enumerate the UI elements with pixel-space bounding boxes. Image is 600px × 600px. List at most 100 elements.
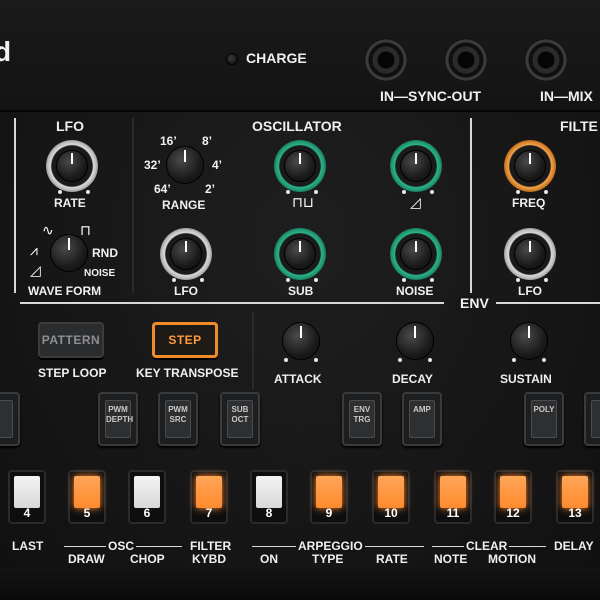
attack-knob[interactable] (282, 322, 320, 360)
min-dot (172, 278, 176, 282)
waveform-knob[interactable] (50, 234, 88, 272)
switch-face: SUB OCT (227, 400, 253, 438)
sync-in-jack[interactable] (364, 38, 408, 82)
switch-face (0, 400, 13, 438)
max-dot (314, 358, 318, 362)
knob-pointer (71, 153, 73, 164)
knob-cap (50, 234, 88, 272)
pwm-src-button[interactable]: PWM SRC (158, 392, 198, 446)
max-dot (430, 190, 434, 194)
pad-light (500, 476, 526, 508)
freq-knob[interactable] (504, 140, 556, 192)
knob-cap (284, 238, 316, 270)
decay-knob[interactable] (396, 322, 434, 360)
filter-lfo-label: LFO (518, 284, 542, 298)
saw-wave-icon: ◿ (410, 194, 421, 210)
knob-pointer (528, 325, 530, 339)
step-pad-10[interactable]: 10 (372, 470, 410, 524)
knob-cap (400, 238, 432, 270)
knob-pointer (529, 153, 531, 164)
knob-pointer (68, 237, 70, 251)
switch-face (591, 400, 600, 438)
step-pad-8[interactable]: 8 (250, 470, 288, 524)
waveform-label: WAVE FORM (28, 284, 102, 298)
min-dot (516, 278, 520, 282)
knob-pointer (299, 241, 301, 252)
switch-face: POLY (531, 400, 557, 438)
saw-knob[interactable] (390, 140, 442, 192)
switch-button[interactable] (0, 392, 20, 446)
osc-lfo-knob[interactable] (160, 228, 212, 280)
sub-oct-button[interactable]: SUB OCT (220, 392, 260, 446)
amp-button[interactable]: AMP (402, 392, 442, 446)
step-pad-4[interactable]: 4 (8, 470, 46, 524)
step-pad-13[interactable]: 13 (556, 470, 594, 524)
step-pad-12[interactable]: 12 (494, 470, 532, 524)
min-dot (402, 190, 406, 194)
pad-label: CHOP (130, 552, 165, 566)
max-dot (542, 358, 546, 362)
knob-cap (170, 238, 202, 270)
decay-label: DECAY (392, 372, 433, 386)
pad-number: 10 (384, 506, 398, 520)
sub-knob[interactable] (274, 228, 326, 280)
pad-number: 4 (23, 506, 31, 520)
pad-light (562, 476, 588, 508)
step-pad-11[interactable]: 11 (434, 470, 472, 524)
knob-pointer (300, 325, 302, 339)
knob-cap (56, 150, 88, 182)
step-pad-9[interactable]: 9 (310, 470, 348, 524)
step-pad-5[interactable]: 5 (68, 470, 106, 524)
pwm-depth-button[interactable]: PWM DEPTH (98, 392, 138, 446)
env-trg-button[interactable]: ENV TRG (342, 392, 382, 446)
sustain-knob[interactable] (510, 322, 548, 360)
pad-number: 11 (446, 506, 460, 520)
pad-label: MOTION (488, 552, 536, 566)
pad-label: RATE (376, 552, 408, 566)
switch-button[interactable] (584, 392, 600, 446)
min-dot (402, 278, 406, 282)
knob-pointer (529, 241, 531, 252)
pattern-button[interactable]: PATTERN (38, 322, 104, 358)
poly-button[interactable]: POLY (524, 392, 564, 446)
key-transpose-label: KEY TRANSPOSE (136, 366, 239, 380)
range-knob[interactable] (166, 146, 204, 184)
pwm-knob[interactable] (274, 140, 326, 192)
min-dot (286, 190, 290, 194)
noise-wave-label: NOISE (84, 268, 116, 279)
saw-wave-icon: ◿ (30, 262, 41, 278)
knob-cap (510, 322, 548, 360)
pad-light (378, 476, 404, 508)
switch-face: ENV TRG (349, 400, 375, 438)
range-tick-4: 4’ (212, 158, 223, 172)
step-pad-6[interactable]: 6 (128, 470, 166, 524)
section-filter: FILTE (560, 118, 598, 134)
min-dot (398, 358, 402, 362)
pad-light (196, 476, 222, 508)
range-label: RANGE (162, 198, 206, 212)
pad-label: KYBD (192, 552, 227, 566)
max-dot (314, 278, 318, 282)
step-pad-7[interactable]: 7 (190, 470, 228, 524)
step-button[interactable]: STEP (152, 322, 218, 358)
bottom-edge (0, 568, 600, 600)
knob-pointer (184, 149, 186, 163)
mix-in-jack[interactable] (524, 38, 568, 82)
pad-light (440, 476, 466, 508)
sync-out-jack[interactable] (444, 38, 488, 82)
pad-number: 7 (205, 506, 213, 520)
switch-face: AMP (409, 400, 435, 438)
divider (132, 118, 134, 293)
knob-pointer (415, 153, 417, 164)
rnd-label: RND (92, 246, 118, 260)
knob-cap (284, 150, 316, 182)
rate-knob[interactable] (46, 140, 98, 192)
pad-number: 5 (83, 506, 91, 520)
sync-label: IN—SYNC-OUT (380, 88, 482, 104)
pad-label: DELAY (554, 539, 594, 553)
noise-label: NOISE (396, 284, 434, 298)
filter-lfo-knob[interactable] (504, 228, 556, 280)
brand-logo: d (0, 36, 13, 67)
noise-knob[interactable] (390, 228, 442, 280)
sustain-label: SUSTAIN (500, 372, 552, 386)
